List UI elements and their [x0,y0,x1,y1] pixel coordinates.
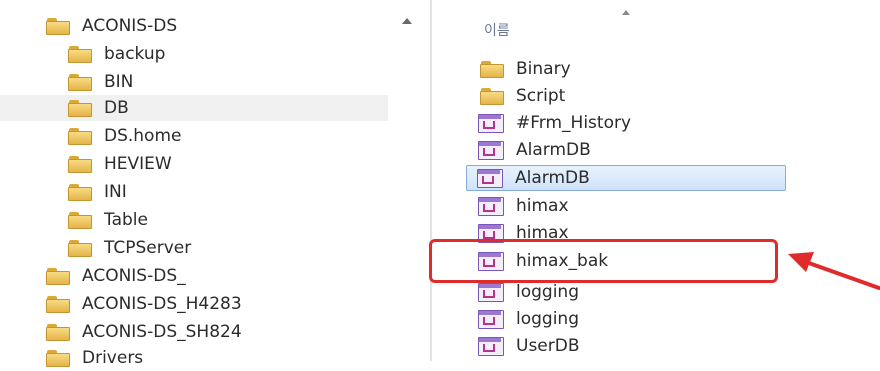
folder-icon [480,87,504,105]
folder-icon [68,183,92,201]
folder-icon [46,267,70,285]
red-arrow-icon [788,252,880,290]
tree-item-drivers[interactable]: Drivers [46,345,143,371]
tree-item-label: ACONIS-DS [82,16,178,36]
tree-item-label: ACONIS-DS_ [82,266,186,286]
folder-icon [46,349,70,367]
tree-item-bin[interactable]: BIN [68,69,133,95]
folder-icon [46,17,70,35]
file-item-binary[interactable]: Binary [468,56,571,82]
tree-item-tcpserver[interactable]: TCPServer [68,235,191,261]
folder-icon [68,211,92,229]
file-item-label: #Frm_History [516,113,632,133]
folder-icon [68,99,92,117]
folder-icon [46,295,70,313]
database-file-icon [478,140,504,160]
file-item-frm-history[interactable]: #Frm_History [468,110,631,136]
tree-item-label: ACONIS-DS_SH824 [82,322,242,342]
scroll-up-arrow-icon[interactable] [402,18,412,24]
file-item-label: UserDB [516,336,580,356]
folder-icon [68,239,92,257]
database-file-icon [478,309,504,329]
tree-item-label: ACONIS-DS_H4283 [82,294,242,314]
tree-item-label: backup [104,44,166,64]
tree-item-label: HEVIEW [104,154,172,174]
folder-tree-pane: ACONIS-DS backup BIN DB DS.home HEVIEW I… [0,0,430,368]
tree-item-aconis-ds-underscore[interactable]: ACONIS-DS_ [46,263,186,289]
tree-item-label: BIN [104,72,134,92]
file-item-himax[interactable]: himax [468,193,569,219]
tree-item-backup[interactable]: backup [68,41,165,67]
file-item-label: himax [516,196,569,216]
tree-item-label: Drivers [82,348,144,368]
file-item-logging-2[interactable]: logging [468,306,579,332]
tree-item-db[interactable]: DB [0,95,418,121]
tree-item-ds-home[interactable]: DS.home [68,123,181,149]
database-file-icon [478,113,504,133]
file-item-label: logging [516,309,579,329]
file-item-label: Binary [516,59,571,79]
file-list-pane: 이름 Binary Script #Frm_History AlarmDB Al… [432,0,880,361]
database-file-icon [478,196,504,216]
tree-item-label: DB [104,98,129,118]
column-header-name[interactable]: 이름 [484,20,510,40]
tree-item-ini[interactable]: INI [68,179,127,205]
sort-ascending-icon [622,10,630,15]
folder-icon [68,127,92,145]
tree-item-aconis-ds[interactable]: ACONIS-DS [46,13,177,39]
tree-item-heview[interactable]: HEVIEW [68,151,172,177]
file-item-label: logging [516,282,579,302]
tree-scrollbar[interactable] [388,0,428,361]
tree-item-label: Table [104,210,148,230]
folder-icon [68,73,92,91]
file-item-userdb[interactable]: UserDB [468,333,580,359]
file-item-script[interactable]: Script [468,83,565,109]
tree-item-label: INI [104,182,127,202]
database-file-icon [478,336,504,356]
folder-icon [480,60,504,78]
highlight-box-annotation [429,239,778,283]
tree-item-label: DS.home [104,126,182,146]
tree-item-table[interactable]: Table [68,207,148,233]
file-item-label: AlarmDB [516,140,591,160]
database-file-icon [477,168,503,188]
folder-icon [68,45,92,63]
folder-icon [68,155,92,173]
tree-item-label: TCPServer [104,238,192,258]
folder-icon [46,323,70,341]
tree-item-aconis-ds-h4283[interactable]: ACONIS-DS_H4283 [46,291,242,317]
tree-item-aconis-ds-sh824[interactable]: ACONIS-DS_SH824 [46,319,242,345]
file-item-label: Script [516,86,566,106]
file-item-alarmdb-selected[interactable]: AlarmDB [466,165,786,191]
file-item-alarmdb[interactable]: AlarmDB [468,137,591,163]
file-item-label: AlarmDB [515,168,590,188]
database-file-icon [478,282,504,302]
